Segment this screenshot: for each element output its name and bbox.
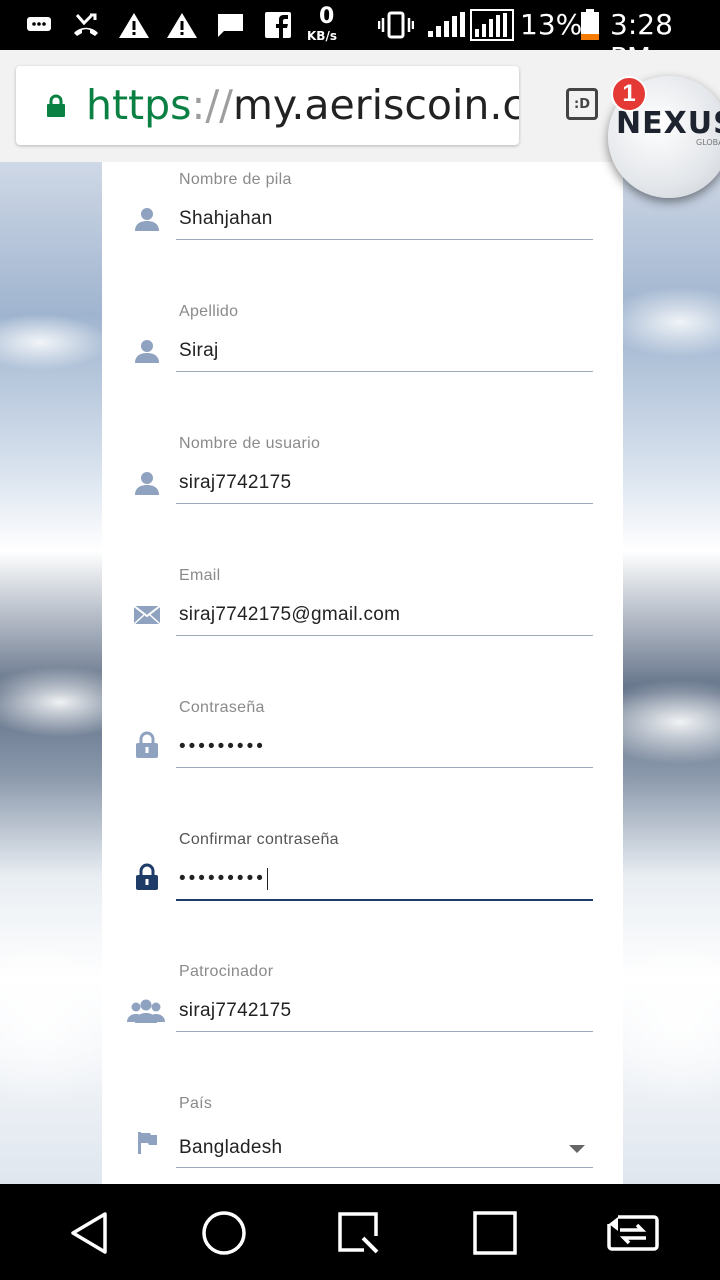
username-label: Nombre de usuario [179,435,321,452]
warning-icon [118,10,150,40]
search-window-icon[interactable] [336,1210,382,1256]
country-label: País [179,1095,213,1112]
battery-percent: 13% [520,8,583,41]
url-separator: :// [191,81,233,129]
recent-apps-icon[interactable] [472,1210,518,1256]
password-label: Contraseña [179,699,265,716]
sponsor-label: Patrocinador [179,963,274,980]
last-name-label: Apellido [179,303,239,320]
confirm-password-field: Confirmar contraseña ••••••••• [102,822,623,954]
text-caret [266,868,268,890]
last-name-underline [176,371,593,372]
status-bar: 0 KB/s 13% 3:28 PM [0,0,720,74]
lock-icon [132,730,162,760]
last-name-field: Apellido Siraj [102,294,623,426]
switch-window-icon[interactable] [605,1210,661,1256]
confirm-password-input[interactable]: ••••••••• [179,868,268,890]
envelope-icon [132,600,162,630]
nexus-logo-subtitle: GLOBA [696,138,720,147]
url-scheme: https [86,81,192,129]
password-input[interactable]: ••••••••• [179,736,266,758]
confirm-password-label: Confirmar contraseña [179,831,339,848]
email-label: Email [179,567,221,584]
home-icon[interactable] [201,1210,247,1256]
person-icon [132,204,162,234]
confirm-password-underline [176,899,593,901]
chat-icon [214,10,246,40]
notification-badge: 1 [611,76,647,112]
vibrate-icon [378,10,414,40]
battery-icon [578,9,602,40]
first-name-input[interactable]: Shahjahan [179,208,273,230]
secure-lock-icon [46,94,66,118]
username-field: Nombre de usuario siraj7742175 [102,426,623,558]
sponsor-underline [176,1031,593,1032]
sponsor-input[interactable]: siraj7742175 [179,1000,291,1022]
missed-call-icon [70,10,102,40]
sponsor-field: Patrocinador siraj7742175 [102,954,623,1086]
url-text[interactable]: https://my.aeriscoin.co [86,81,519,129]
username-input[interactable]: siraj7742175 [179,472,291,494]
address-bar[interactable]: https://my.aeriscoin.co [16,66,519,145]
username-underline [176,503,593,504]
group-icon [126,996,166,1026]
lock-icon [132,862,162,892]
person-icon [132,468,162,498]
message-icon [24,10,54,40]
person-icon [132,336,162,366]
country-select[interactable]: Bangladesh [179,1137,282,1159]
first-name-field: Nombre de pila Shahjahan [102,162,623,294]
last-name-input[interactable]: Siraj [179,340,219,362]
flag-icon [132,1128,162,1158]
first-name-underline [176,239,593,240]
signal-2-icon [470,9,514,41]
network-speed-unit: KB/s [307,29,337,43]
registration-form: Nombre de pila Shahjahan Apellido Siraj … [102,162,623,1184]
network-speed-value: 0 [319,4,335,29]
chevron-down-icon[interactable] [569,1145,585,1153]
facebook-icon [262,10,294,40]
country-underline [176,1167,593,1168]
email-field: Email siraj7742175@gmail.com [102,558,623,690]
email-underline [176,635,593,636]
email-input[interactable]: siraj7742175@gmail.com [179,604,400,626]
back-icon[interactable] [66,1210,112,1256]
url-host: my.aeriscoin.co [232,81,519,129]
password-underline [176,767,593,768]
signal-1-icon [426,10,466,40]
password-field: Contraseña ••••••••• [102,690,623,822]
first-name-label: Nombre de pila [179,171,292,188]
tab-switcher-button[interactable]: :D [566,88,598,120]
warning-icon [166,10,198,40]
confirm-password-value: ••••••••• [179,868,266,890]
navigation-bar [0,1184,720,1280]
